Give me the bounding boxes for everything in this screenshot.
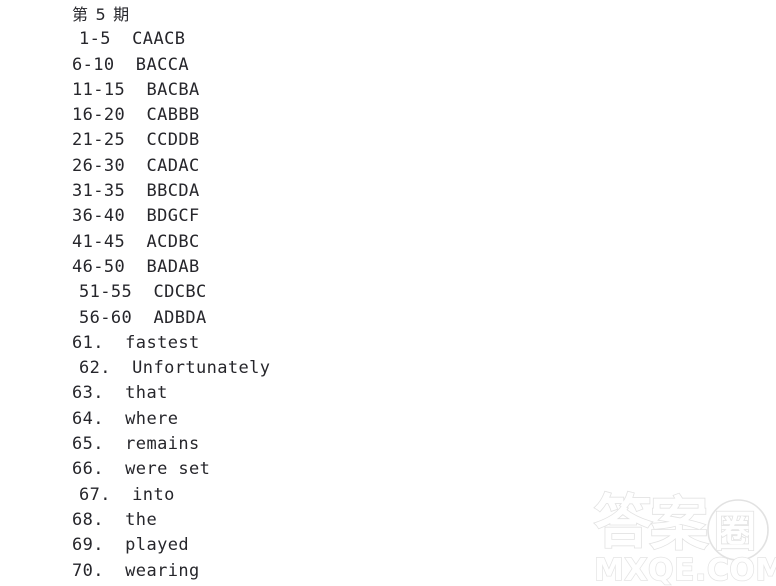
answer-line: 65. remains: [72, 434, 200, 455]
answer-line: 69. played: [72, 535, 189, 556]
answer-line: 31-35 BBCDA: [72, 181, 200, 202]
answer-line: 67. into: [79, 484, 175, 505]
watermark-cjk-char-3: 圈: [714, 507, 756, 556]
answer-key-list: 第 5 期 1-5 CAACB 6-10 BACCA 11-15 BACBA 16-20…: [72, 2, 632, 584]
watermark-circle-outline: [707, 499, 769, 561]
answer-line: 68. the: [72, 509, 158, 530]
answer-line: 26-30 CADAC: [72, 155, 200, 176]
watermark-cjk-char-2: 案: [650, 490, 709, 558]
answer-line: 6-10 BACCA: [72, 54, 189, 75]
answer-line: 70. wearing: [72, 560, 200, 581]
answer-line: 16-20 CABBB: [72, 105, 200, 126]
answer-line: 51-55 CDCBC: [79, 282, 207, 303]
answer-line: 61. fastest: [72, 332, 200, 353]
answer-line: 62. Unfortunately: [79, 358, 271, 379]
document-title-line: 第 5 期: [72, 5, 131, 24]
answer-line: 46-50 BADAB: [72, 256, 200, 277]
answer-line: 56-60 ADBDA: [79, 307, 207, 328]
answer-line: 1-5 CAACB: [79, 29, 186, 50]
document-page: 第 5 期 1-5 CAACB 6-10 BACCA 11-15 BACBA 16-20…: [0, 0, 776, 586]
answer-line: 36-40 BDGCF: [72, 206, 200, 227]
answer-line: 21-25 CCDDB: [72, 130, 200, 151]
answer-line: 63. that: [72, 383, 168, 404]
answer-line: 41-45 ACDBC: [72, 231, 200, 252]
answer-line: 64. where: [72, 408, 179, 429]
answer-line: 11-15 BACBA: [72, 79, 200, 100]
answer-line: 66. were set: [72, 459, 211, 480]
